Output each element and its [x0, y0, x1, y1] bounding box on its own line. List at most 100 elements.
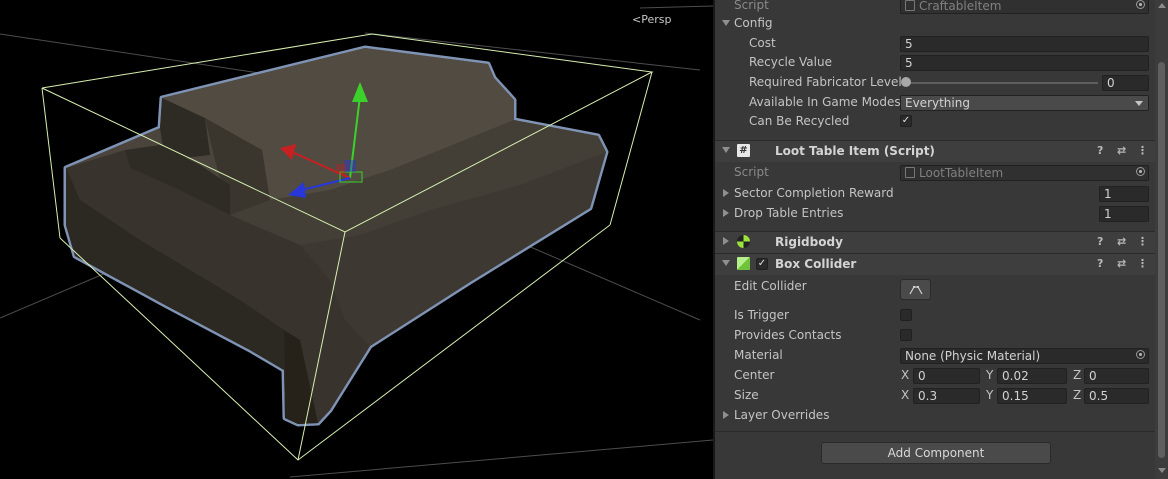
provides-contacts-label: Provides Contacts	[734, 328, 842, 342]
is-trigger-row: Is Trigger	[715, 306, 1155, 326]
foldout-collapsed-icon[interactable]	[723, 209, 729, 217]
sector-reward-row[interactable]: Sector Completion Reward 1	[715, 184, 1155, 204]
provides-contacts-checkbox[interactable]	[900, 329, 912, 341]
center-label: Center	[734, 368, 775, 382]
component-header-icons: ? ⇄ ⋮	[1097, 235, 1149, 249]
object-mesh[interactable]	[66, 48, 606, 424]
scene-view[interactable]: <Persp	[0, 0, 713, 479]
edit-collider-icon	[908, 286, 923, 295]
foldout-expanded-icon[interactable]	[722, 20, 730, 26]
config-foldout[interactable]: Config	[715, 14, 1155, 34]
object-picker-icon[interactable]	[1136, 350, 1145, 359]
sector-reward-label: Sector Completion Reward	[734, 186, 894, 200]
rigidbody-header[interactable]: Rigidbody ? ⇄ ⋮	[715, 231, 1155, 253]
size-x-input[interactable]: 0.3	[913, 388, 980, 404]
recycle-value-input[interactable]: 5	[900, 55, 1149, 71]
scene-canvas[interactable]	[0, 0, 713, 479]
fabricator-level-input[interactable]: 0	[1102, 75, 1149, 91]
add-component-button[interactable]: Add Component	[821, 442, 1051, 464]
layer-overrides-row[interactable]: Layer Overrides	[715, 406, 1155, 426]
drop-table-count[interactable]: 1	[1099, 206, 1149, 222]
sector-reward-count[interactable]: 1	[1099, 186, 1149, 202]
box-collider-icon	[737, 257, 750, 270]
drop-table-label: Drop Table Entries	[734, 206, 844, 220]
foldout-expanded-icon[interactable]	[722, 260, 730, 266]
can-recycle-checkbox[interactable]: ✓	[900, 115, 912, 127]
box-collider-header[interactable]: ✓ Box Collider ? ⇄ ⋮	[715, 253, 1155, 275]
axis-z-label: Z	[1073, 368, 1082, 382]
craftable-script-field[interactable]: CraftableItem	[900, 0, 1149, 14]
game-modes-row: Available In Game Modes Everything	[715, 93, 1155, 113]
scroll-down-icon[interactable]	[1158, 468, 1166, 473]
script-component-icon: #	[737, 144, 750, 157]
inspector-panel: Script CraftableItem Config Cost 5 Recyc…	[713, 0, 1168, 479]
fabricator-level-label: Required Fabricator Level	[749, 75, 902, 89]
loot-script-field[interactable]: LootTableItem	[900, 165, 1149, 181]
game-modes-label: Available In Game Modes	[749, 95, 901, 109]
cost-row: Cost 5	[715, 34, 1155, 54]
scroll-thumb[interactable]	[1158, 62, 1165, 458]
component-header-icons: ? ⇄ ⋮	[1097, 257, 1149, 271]
cost-input[interactable]: 5	[900, 36, 1149, 52]
kebab-menu-icon[interactable]: ⋮	[1137, 144, 1148, 157]
object-picker-icon[interactable]	[1136, 167, 1145, 176]
center-z-input[interactable]: 0	[1084, 368, 1149, 384]
script-file-icon	[905, 0, 915, 11]
center-y-input[interactable]: 0.02	[997, 368, 1067, 384]
help-icon[interactable]: ?	[1097, 235, 1103, 248]
box-collider-enabled-checkbox[interactable]: ✓	[756, 258, 768, 270]
script-label: Script	[734, 165, 769, 179]
presets-icon[interactable]: ⇄	[1117, 257, 1126, 270]
layer-overrides-label: Layer Overrides	[734, 408, 830, 422]
object-picker-icon[interactable]	[1136, 0, 1145, 9]
material-row: Material None (Physic Material)	[715, 346, 1155, 366]
foldout-collapsed-icon[interactable]	[723, 411, 729, 419]
kebab-menu-icon[interactable]: ⋮	[1137, 235, 1148, 248]
presets-icon[interactable]: ⇄	[1117, 144, 1126, 157]
size-y-input[interactable]: 0.15	[997, 388, 1067, 404]
presets-icon[interactable]: ⇄	[1117, 235, 1126, 248]
config-label: Config	[734, 16, 773, 30]
persp-chevron-icon: <	[632, 13, 642, 26]
axis-y-label: Y	[986, 388, 994, 402]
recycle-value-row: Recycle Value 5	[715, 53, 1155, 73]
is-trigger-checkbox[interactable]	[900, 309, 912, 321]
material-label: Material	[734, 348, 783, 362]
axis-x-label: X	[901, 368, 910, 382]
center-row: Center X 0 Y 0.02 Z 0	[715, 366, 1155, 386]
edit-collider-row: Edit Collider	[715, 277, 1155, 300]
help-icon[interactable]: ?	[1097, 144, 1103, 157]
fabricator-level-row: Required Fabricator Level 0	[715, 73, 1155, 93]
size-row: Size X 0.3 Y 0.15 Z 0.5	[715, 386, 1155, 406]
help-icon[interactable]: ?	[1097, 257, 1103, 270]
script-file-icon	[905, 167, 915, 178]
loot-table-title: Loot Table Item (Script)	[775, 144, 935, 158]
kebab-menu-icon[interactable]: ⋮	[1137, 257, 1148, 270]
fabricator-level-slider[interactable]	[907, 82, 1098, 84]
foldout-expanded-icon[interactable]	[722, 147, 730, 153]
edit-collider-label: Edit Collider	[734, 279, 807, 293]
size-z-input[interactable]: 0.5	[1084, 388, 1149, 404]
camera-persp-label[interactable]: <Persp	[632, 13, 671, 26]
center-x-input[interactable]: 0	[913, 368, 980, 384]
game-modes-dropdown[interactable]: Everything	[900, 95, 1149, 111]
axis-x-label: X	[901, 388, 910, 402]
provides-contacts-row: Provides Contacts	[715, 326, 1155, 346]
loot-table-header[interactable]: # Loot Table Item (Script) ? ⇄ ⋮	[715, 140, 1155, 162]
dropdown-arrow-icon	[1135, 101, 1143, 106]
inspector-scrollbar[interactable]	[1155, 0, 1168, 479]
is-trigger-label: Is Trigger	[734, 308, 789, 322]
foldout-collapsed-icon[interactable]	[723, 189, 729, 197]
edit-collider-button[interactable]	[900, 279, 931, 300]
script-label: Script	[734, 0, 769, 12]
can-recycle-label: Can Be Recycled	[749, 114, 850, 128]
can-recycle-row: Can Be Recycled ✓	[715, 112, 1155, 132]
scroll-up-icon[interactable]	[1158, 3, 1166, 8]
rigidbody-icon	[737, 235, 750, 248]
drop-table-row[interactable]: Drop Table Entries 1	[715, 204, 1155, 224]
recycle-value-label: Recycle Value	[749, 55, 832, 69]
foldout-collapsed-icon[interactable]	[723, 237, 729, 245]
slider-knob[interactable]	[901, 77, 911, 87]
material-field[interactable]: None (Physic Material)	[900, 348, 1149, 364]
component-header-icons: ? ⇄ ⋮	[1097, 144, 1149, 158]
